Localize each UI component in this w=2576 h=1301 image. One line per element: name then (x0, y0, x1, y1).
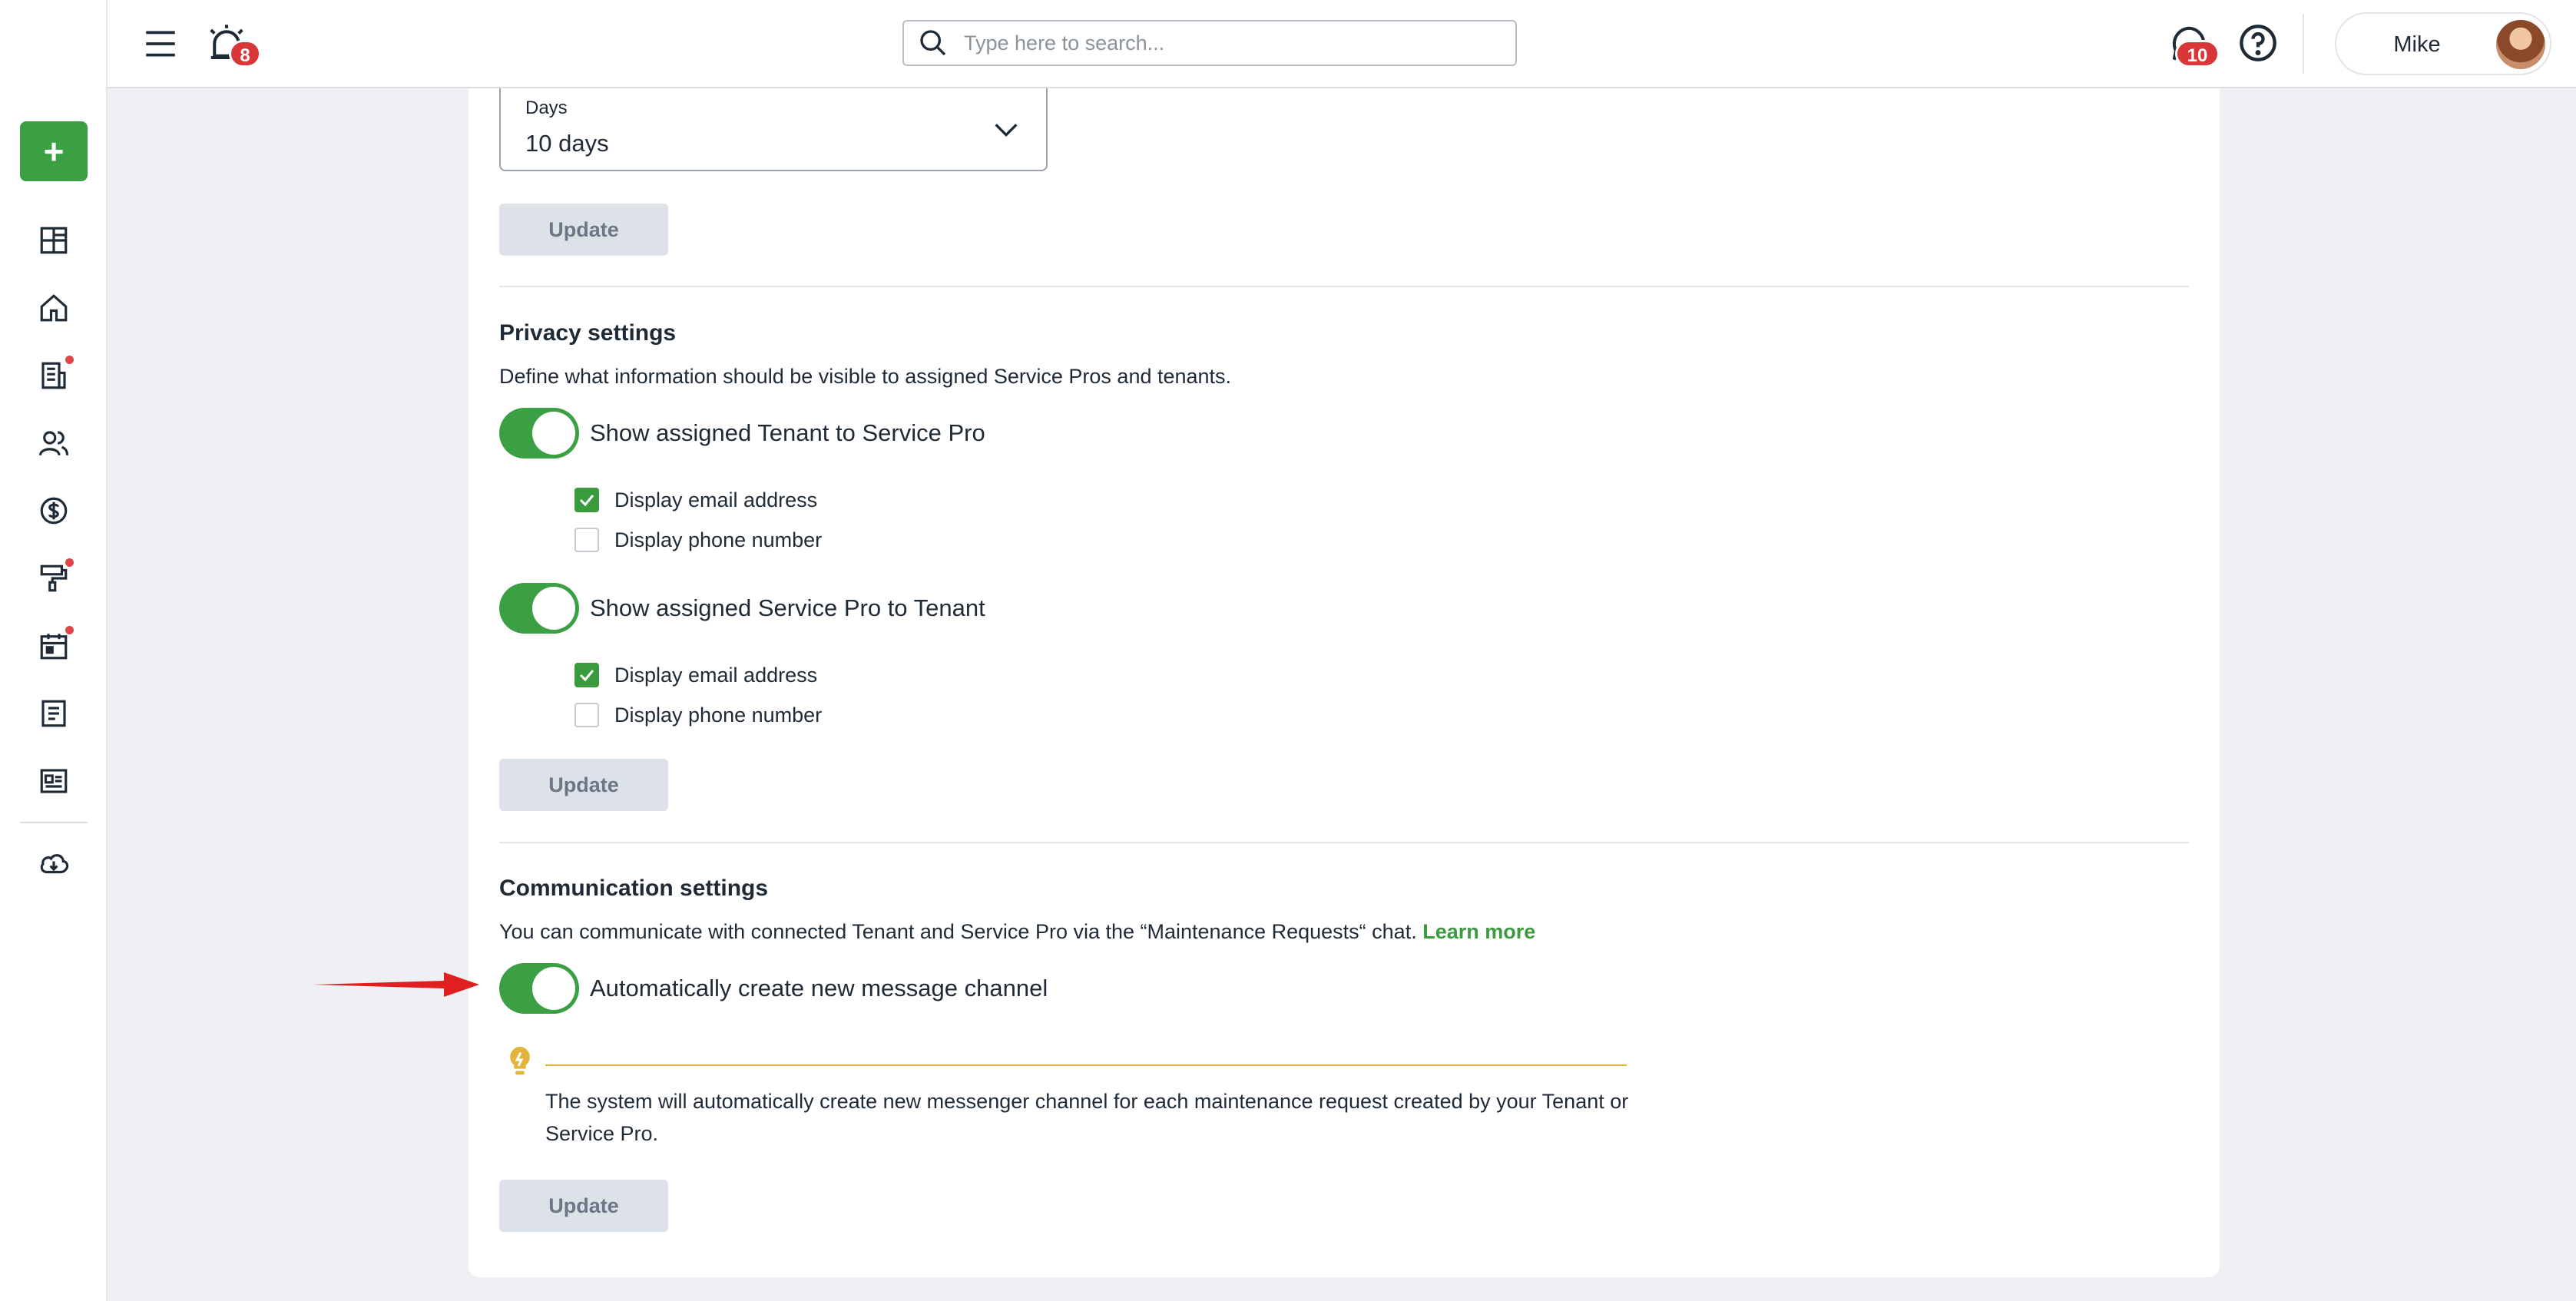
toggle-label: Show assigned Service Pro to Tenant (590, 594, 985, 621)
checkbox-row: Display email address (574, 486, 817, 514)
checkbox-row: Display phone number (574, 526, 822, 554)
days-select[interactable]: Days 10 days (499, 88, 1048, 171)
id-card-icon (40, 769, 68, 793)
annotation-arrow-icon (313, 972, 479, 997)
sidebar-item-properties[interactable] (29, 283, 78, 333)
document-icon (41, 700, 66, 727)
section-divider (499, 286, 2189, 287)
checkbox-row: Display email address (574, 661, 817, 689)
home-icon (40, 294, 68, 322)
sidebar-item-people[interactable] (29, 419, 78, 468)
sidebar-item-documents[interactable] (29, 689, 78, 738)
paint-roller-icon (40, 564, 68, 592)
notification-dot (65, 626, 74, 634)
buildings-icon (41, 362, 66, 389)
user-name: Mike (2393, 32, 2441, 57)
people-icon (38, 431, 69, 456)
sidebar: + (0, 0, 108, 1301)
checkbox-pro-phone[interactable] (574, 703, 599, 727)
search-input[interactable] (964, 31, 1502, 55)
toggle-row-tenant-to-pro: Show assigned Tenant to Service Pro (499, 408, 985, 458)
days-select-value: 10 days (525, 130, 609, 157)
privacy-settings-title: Privacy settings (499, 320, 677, 346)
check-icon (579, 670, 594, 682)
messages-badge: 10 (2175, 40, 2220, 68)
dashboard-icon (40, 227, 68, 254)
avatar (2496, 20, 2545, 69)
sidebar-item-reports[interactable] (29, 756, 78, 806)
toggle-tenant-to-service-pro[interactable] (499, 408, 579, 458)
toggle-auto-create-channel[interactable] (499, 963, 579, 1014)
checkbox-label: Display phone number (614, 703, 823, 727)
toggle-label: Show assigned Tenant to Service Pro (590, 419, 985, 446)
menu-icon[interactable] (141, 25, 180, 63)
checkbox-tenant-phone[interactable] (574, 528, 599, 552)
sidebar-divider (20, 822, 88, 823)
help-icon[interactable] (2238, 23, 2278, 63)
communication-description-text: You can communicate with connected Tenan… (499, 920, 1417, 943)
dollar-icon (40, 497, 68, 525)
sidebar-item-maintenance[interactable] (29, 554, 78, 603)
notification-dot (65, 356, 74, 364)
topbar-divider (2303, 14, 2304, 74)
chevron-down-icon (995, 124, 1018, 137)
toggle-service-pro-to-tenant[interactable] (499, 583, 579, 634)
lightbulb-icon (510, 1046, 530, 1075)
add-button[interactable]: + (20, 121, 88, 181)
checkbox-pro-email[interactable] (574, 663, 599, 687)
toggle-label: Automatically create new message channel (590, 975, 1048, 1001)
calendar-icon (40, 634, 68, 660)
check-icon (579, 495, 594, 507)
communication-settings-title: Communication settings (499, 876, 769, 901)
toggle-row-pro-to-tenant: Show assigned Service Pro to Tenant (499, 583, 985, 634)
checkbox-label: Display phone number (614, 528, 823, 551)
tip-text: The system will automatically create new… (545, 1090, 1629, 1145)
communication-settings-description: You can communicate with connected Tenan… (499, 920, 1535, 944)
cloud-download-icon (40, 854, 69, 874)
sidebar-item-accounting[interactable] (29, 486, 78, 535)
search-icon (920, 30, 946, 56)
update-button-communication[interactable]: Update (499, 1180, 668, 1232)
update-button-privacy[interactable]: Update (499, 759, 668, 811)
update-button-days[interactable]: Update (499, 204, 668, 256)
checkbox-label: Display email address (614, 663, 818, 687)
sidebar-item-dashboard[interactable] (29, 216, 78, 265)
sidebar-item-calendar[interactable] (29, 621, 78, 670)
learn-more-link[interactable]: Learn more (1422, 920, 1535, 943)
sidebar-item-download[interactable] (29, 839, 78, 889)
notification-dot (65, 558, 74, 567)
user-menu[interactable]: Mike (2335, 12, 2551, 75)
settings-card: Days 10 days Update Privacy settings Def… (469, 88, 2220, 1277)
tip-divider (545, 1064, 1627, 1066)
days-select-label: Days (525, 98, 568, 118)
checkbox-tenant-email[interactable] (574, 488, 599, 512)
sidebar-item-leasing[interactable] (29, 351, 78, 400)
top-bar: 8 10 Mike (108, 0, 2576, 88)
privacy-settings-description: Define what information should be visibl… (499, 365, 1232, 388)
section-divider (499, 842, 2189, 843)
checkbox-label: Display email address (614, 488, 818, 511)
toggle-row-auto-channel: Automatically create new message channel (499, 963, 1048, 1014)
checkbox-row: Display phone number (574, 701, 822, 729)
search-bar[interactable] (902, 20, 1517, 66)
notifications-badge: 8 (229, 40, 261, 68)
